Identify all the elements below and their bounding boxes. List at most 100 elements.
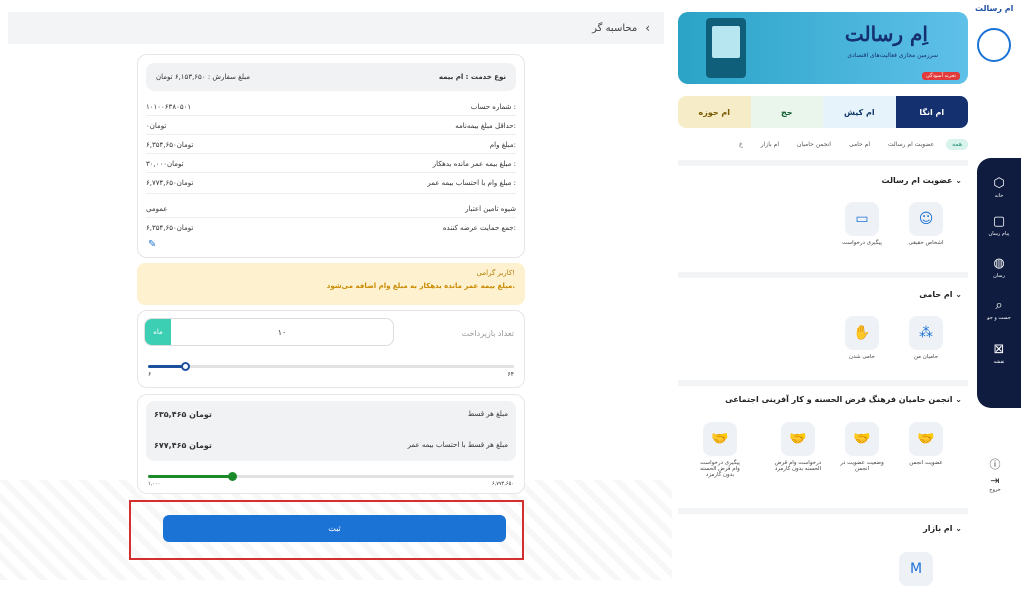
submit-button[interactable]: ثبت bbox=[163, 515, 506, 542]
detail-value: ۶,۳۵۴,۶۵۰تومان bbox=[146, 224, 194, 232]
membership-section: عضویت ام رسالت ⌄ ☺ اشخاص حقیقی ▭ پیگیری … bbox=[678, 168, 968, 268]
calculator-header: محاسبه گر ‹ bbox=[8, 12, 664, 44]
shield-icon: ◍ bbox=[993, 256, 1005, 271]
service-tab-kish[interactable]: ام کیش bbox=[823, 96, 896, 128]
filter-chip-more[interactable]: خ bbox=[733, 139, 749, 150]
chevron-down-icon: ⌄ bbox=[955, 395, 962, 404]
amount-min-label: ۱,۰۰۰ bbox=[148, 481, 161, 487]
with-insurance-label: مبلغ هر قسط با احتساب بیمه عمر bbox=[407, 441, 508, 449]
detail-row: ۶,۳۵۴,۶۵۰تومان مبلغ وام: bbox=[146, 141, 516, 149]
shop-icon: M bbox=[899, 552, 933, 586]
nav-messenger[interactable]: ▢ پیام رسان bbox=[977, 214, 1021, 237]
detail-row: ۳۰,۰۰۰تومان مبلغ بیمه عمر مانده بدهکار : bbox=[146, 160, 516, 168]
banner-logo: اِم رسالت bbox=[844, 22, 928, 46]
detail-value: عمومی bbox=[146, 205, 168, 213]
service-tab-hozeh[interactable]: ام حوزه bbox=[678, 96, 751, 128]
slider-max-label: ۶۴ bbox=[507, 371, 514, 378]
installment-slider-fill bbox=[148, 365, 185, 368]
map-icon: ⊠ bbox=[993, 342, 1005, 357]
tile-join-association[interactable]: 🤝 عضویت انجمن bbox=[902, 422, 950, 466]
search-icon: ⌕ bbox=[995, 298, 1003, 313]
tile-loan-tracking[interactable]: 🤝 پیگیری درخواست وام قرض الحسنه بدون کار… bbox=[696, 422, 744, 478]
installments-card: ماه ۱۰ تعداد بازپرداخت ۶ ۶۴ bbox=[137, 310, 525, 388]
app-panel: اِم رسالت سرزمین مجازی فعالیت‌های اقتصاد… bbox=[672, 0, 1024, 601]
page-title: محاسبه گر bbox=[592, 22, 638, 34]
divider bbox=[146, 153, 516, 154]
detail-value: ۶,۷۷۴,۶۵۰تومان bbox=[146, 179, 194, 187]
cube-icon: ⬡ bbox=[993, 176, 1005, 191]
section-divider bbox=[678, 160, 968, 166]
divider bbox=[146, 193, 516, 194]
order-summary: مبلغ سفارش : ۶,۱۵۳,۶۵۰ تومان نوع خدمت : … bbox=[146, 63, 516, 91]
person-icon: ☺ bbox=[909, 202, 943, 236]
detail-row: ۱۰۱۰۰۶۳۸۰۵۰۱ شماره حساب : bbox=[146, 103, 516, 111]
handshake-icon: 🤝 bbox=[703, 422, 737, 456]
edit-icon[interactable]: ✎ bbox=[148, 239, 156, 250]
network-icon: ⁂ bbox=[909, 316, 943, 350]
divider bbox=[146, 134, 516, 135]
amount-slider-handle[interactable] bbox=[228, 472, 237, 481]
quick-filter-bar: همه عضویت ام رسالت ام حامی انجمن حامیان … bbox=[672, 136, 968, 152]
chevron-left-icon[interactable]: ‹ bbox=[645, 21, 650, 35]
service-tab-anga[interactable]: ام انگا bbox=[895, 96, 968, 128]
detail-value: ۶,۳۵۴,۶۵۰تومان bbox=[146, 141, 194, 149]
filter-chip-association[interactable]: انجمن حامیان bbox=[791, 139, 837, 150]
tile-track-request[interactable]: ▭ پیگیری درخواست bbox=[838, 202, 886, 246]
detail-value: ۰تومان bbox=[146, 122, 167, 130]
app-title: ام رسالت bbox=[975, 4, 1014, 13]
payment-card: ۶۳۵,۴۶۵ تومان مبلغ هر قسط ۶۷۷,۴۶۵ تومان … bbox=[137, 394, 525, 494]
filter-chip-membership[interactable]: عضویت ام رسالت bbox=[882, 139, 940, 150]
detail-label: مبلغ وام: bbox=[489, 141, 516, 149]
detail-label: شماره حساب : bbox=[470, 103, 516, 111]
nav-home[interactable]: ⬡ خانه bbox=[977, 176, 1021, 199]
tile-bazaar-item[interactable]: M bbox=[892, 552, 940, 590]
avatar[interactable] bbox=[977, 28, 1011, 62]
nav-search[interactable]: ⌕ جست و جو bbox=[977, 298, 1021, 321]
per-installment-label: مبلغ هر قسط bbox=[467, 410, 508, 418]
chevron-down-icon: ⌄ bbox=[955, 524, 962, 533]
amount-slider-fill bbox=[148, 475, 232, 478]
amount-slider[interactable] bbox=[148, 472, 514, 481]
installment-count-value[interactable]: ۱۰ bbox=[171, 319, 393, 345]
tile-individual[interactable]: ☺ اشخاص حقیقی bbox=[902, 202, 950, 246]
filter-chip-all[interactable]: همه bbox=[946, 138, 968, 150]
section-divider bbox=[678, 272, 968, 278]
membership-title[interactable]: عضویت ام رسالت ⌄ bbox=[882, 176, 962, 185]
hami-title[interactable]: ام حامی ⌄ bbox=[919, 290, 962, 299]
chevron-down-icon: ⌄ bbox=[955, 290, 962, 299]
promo-banner[interactable]: اِم رسالت سرزمین مجازی فعالیت‌های اقتصاد… bbox=[678, 12, 968, 84]
detail-label: مبلغ وام با احتساب بیمه عمر : bbox=[427, 179, 516, 187]
filter-chip-bazaar[interactable]: ام بازار bbox=[755, 139, 785, 150]
filter-chip-hami[interactable]: ام حامی bbox=[843, 139, 876, 150]
banner-tag: تجربه آسودگی bbox=[922, 72, 960, 80]
logout-button[interactable]: ⇥ خروج bbox=[985, 474, 1005, 493]
service-tab-hajj[interactable]: حج bbox=[750, 96, 823, 128]
installment-slider-handle[interactable] bbox=[181, 362, 190, 371]
installment-slider[interactable] bbox=[148, 362, 514, 371]
chevron-down-icon: ⌄ bbox=[955, 176, 962, 185]
tile-membership-status[interactable]: 🤝 وضعیت عضویت در انجمن bbox=[838, 422, 886, 472]
amount-max-label: ۶,۷۷۴,۶۵۰ bbox=[492, 481, 514, 487]
side-navigation: ⬡ خانه ▢ پیام رسان ◍ رسان ⌕ جست و جو ⊠ نقشه bbox=[977, 158, 1021, 408]
divider bbox=[146, 115, 516, 116]
detail-row: ۰تومان حداقل مبلغ بیمه‌نامه: bbox=[146, 122, 516, 130]
nav-rasan[interactable]: ◍ رسان bbox=[977, 256, 1021, 279]
association-title[interactable]: انجمن حامیان فرهنگ قرض الحسنه و کار آفری… bbox=[725, 395, 962, 404]
info-icon[interactable]: ⓘ bbox=[985, 456, 1005, 472]
detail-row: عمومی شیوه تامین اعتبار bbox=[146, 205, 516, 213]
tile-my-supporters[interactable]: ⁂ حامیان من bbox=[902, 316, 950, 360]
with-insurance-value: ۶۷۷,۴۶۵ تومان bbox=[154, 441, 212, 450]
detail-row: ۶,۷۷۴,۶۵۰تومان مبلغ وام با احتساب بیمه ع… bbox=[146, 179, 516, 187]
detail-row: ۶,۳۵۴,۶۵۰تومان جمع حمایت عرضه کننده: bbox=[146, 224, 516, 232]
detail-label: مبلغ بیمه عمر مانده بدهکار : bbox=[432, 160, 516, 168]
kiosk-illustration bbox=[706, 18, 746, 78]
service-type: نوع خدمت : ام بیمه bbox=[438, 73, 506, 81]
divider bbox=[146, 217, 516, 218]
detail-label: شیوه تامین اعتبار bbox=[465, 205, 516, 213]
tile-become-supporter[interactable]: ✋ حامی شدن bbox=[838, 316, 886, 360]
installment-count-stepper[interactable]: ماه ۱۰ bbox=[144, 318, 394, 346]
handshake-icon: 🤝 bbox=[845, 422, 879, 456]
bazaar-title[interactable]: ام بازار ⌄ bbox=[923, 524, 962, 533]
nav-map[interactable]: ⊠ نقشه bbox=[977, 342, 1021, 365]
tile-loan-request[interactable]: 🤝 درخواست وام قرض الحسنه بدون کارمزد bbox=[774, 422, 822, 472]
